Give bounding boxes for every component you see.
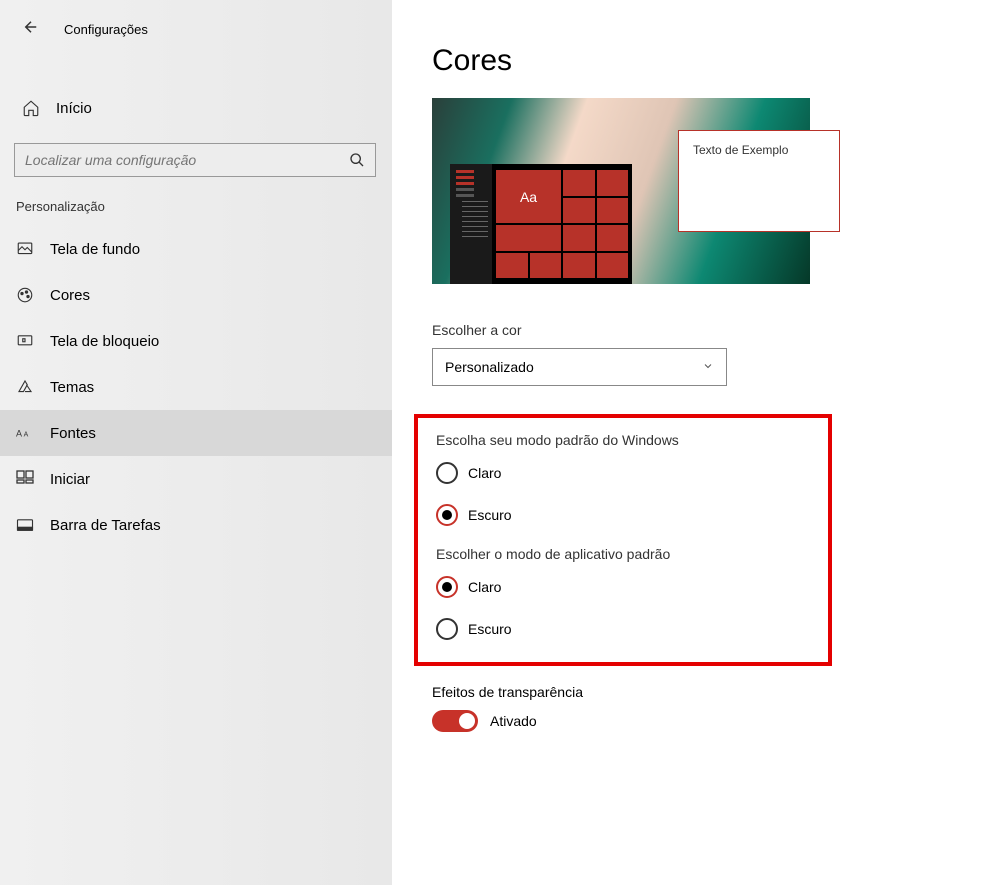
windows-mode-label: Escolha seu modo padrão do Windows xyxy=(436,432,810,448)
radio-app-dark[interactable]: Escuro xyxy=(436,618,810,640)
radio-windows-light[interactable]: Claro xyxy=(436,462,810,484)
taskbar-icon xyxy=(16,516,34,534)
chevron-down-icon xyxy=(702,360,714,375)
dropdown-value: Personalizado xyxy=(445,359,534,375)
header: Configurações xyxy=(0,0,392,59)
nav-label: Temas xyxy=(50,379,94,396)
header-title: Configurações xyxy=(64,22,148,37)
preview-tile: Aa xyxy=(496,170,561,223)
nav-item-fonts[interactable]: AA Fontes xyxy=(0,410,392,456)
back-arrow-icon[interactable] xyxy=(22,18,40,41)
fonts-icon: AA xyxy=(16,424,34,442)
preview-window: Texto de Exemplo xyxy=(678,130,840,232)
home-label: Início xyxy=(56,100,92,117)
transparency-label: Efeitos de transparência xyxy=(432,684,984,700)
radio-icon xyxy=(436,576,458,598)
nav-item-colors[interactable]: Cores xyxy=(0,272,392,318)
home-nav[interactable]: Início xyxy=(0,87,392,129)
color-mode-label: Escolher a cor xyxy=(432,322,984,338)
nav-label: Barra de Tarefas xyxy=(50,517,161,534)
preview-start-menu: Aa xyxy=(450,164,632,284)
color-preview: Aa Texto de Exemplo xyxy=(432,98,810,284)
radio-label: Escuro xyxy=(468,507,512,523)
search-box[interactable] xyxy=(14,143,376,177)
color-mode-dropdown[interactable]: Personalizado xyxy=(432,348,727,386)
nav-label: Tela de fundo xyxy=(50,241,140,258)
page-title: Cores xyxy=(432,44,984,78)
radio-icon xyxy=(436,504,458,526)
highlight-box: Escolha seu modo padrão do Windows Claro… xyxy=(414,414,832,666)
nav-label: Tela de bloqueio xyxy=(50,333,159,350)
app-mode-label: Escolher o modo de aplicativo padrão xyxy=(436,546,810,562)
sidebar: Configurações Início Personalização Tela… xyxy=(0,0,392,885)
search-input[interactable] xyxy=(25,152,349,168)
transparency-toggle[interactable] xyxy=(432,710,478,732)
nav-label: Fontes xyxy=(50,425,96,442)
nav-item-background[interactable]: Tela de fundo xyxy=(0,226,392,272)
image-icon xyxy=(16,240,34,258)
radio-app-light[interactable]: Claro xyxy=(436,576,810,598)
lockscreen-icon xyxy=(16,332,34,350)
main-content: Cores Aa Texto de Exemplo Escolher a cor xyxy=(392,0,984,885)
start-icon xyxy=(16,470,34,488)
svg-text:A: A xyxy=(16,428,22,438)
section-label: Personalização xyxy=(0,177,392,226)
search-icon xyxy=(349,152,365,168)
radio-icon xyxy=(436,462,458,484)
themes-icon xyxy=(16,378,34,396)
palette-icon xyxy=(16,286,34,304)
radio-icon xyxy=(436,618,458,640)
transparency-value: Ativado xyxy=(490,713,537,729)
radio-label: Claro xyxy=(468,465,501,481)
svg-text:A: A xyxy=(24,431,29,438)
radio-windows-dark[interactable]: Escuro xyxy=(436,504,810,526)
nav-label: Iniciar xyxy=(50,471,90,488)
preview-text: Texto de Exemplo xyxy=(693,143,788,157)
radio-label: Claro xyxy=(468,579,501,595)
nav-item-start[interactable]: Iniciar xyxy=(0,456,392,502)
nav-label: Cores xyxy=(50,287,90,304)
home-icon xyxy=(22,99,40,117)
radio-label: Escuro xyxy=(468,621,512,637)
nav-item-lockscreen[interactable]: Tela de bloqueio xyxy=(0,318,392,364)
nav-item-themes[interactable]: Temas xyxy=(0,364,392,410)
transparency-toggle-row: Ativado xyxy=(432,710,984,732)
nav-item-taskbar[interactable]: Barra de Tarefas xyxy=(0,502,392,548)
